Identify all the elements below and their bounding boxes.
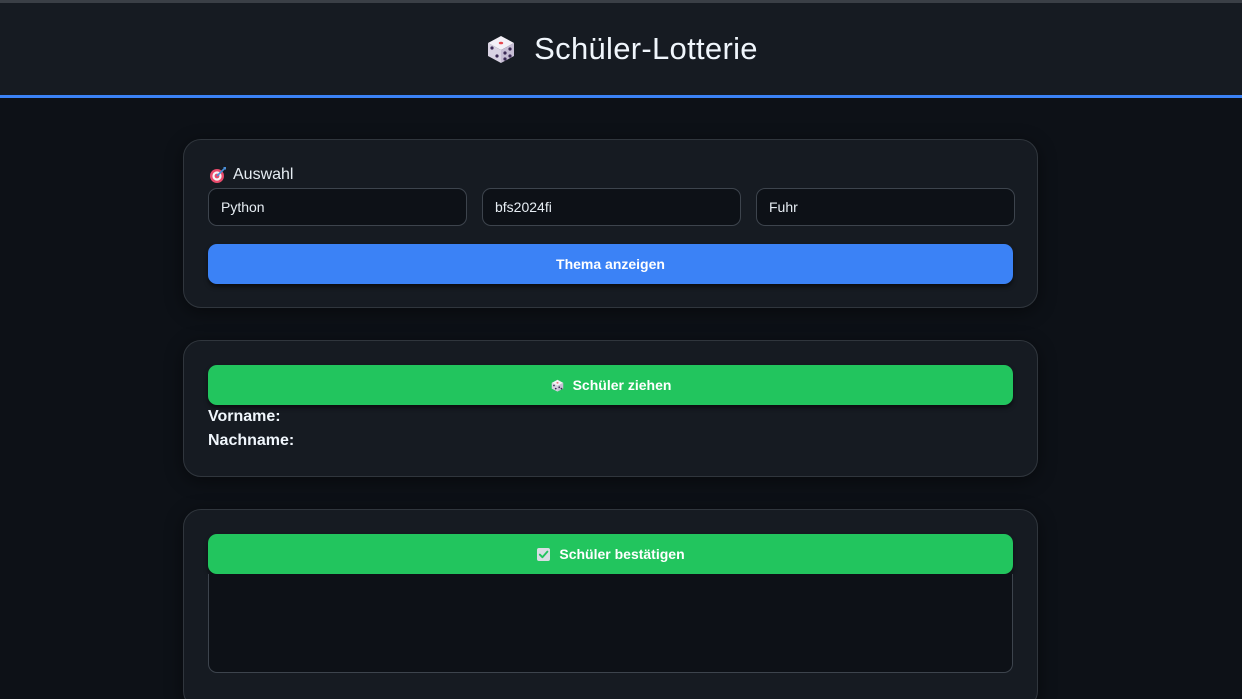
selection-card: Auswahl Python bfs2024fi Fuhr Thema anze… [183,139,1038,308]
show-topic-button-label: Thema anzeigen [556,256,665,272]
confirm-card: Schüler bestätigen [183,509,1038,699]
teacher-select[interactable]: Fuhr [756,188,1015,226]
draw-card: Schüler ziehen Vorname: Nachname: [183,340,1038,477]
app-header: Schüler-Lotterie [0,3,1242,98]
dice-icon [488,36,515,63]
check-box-icon [537,547,551,561]
page-title: Schüler-Lotterie [534,31,758,66]
show-topic-button[interactable]: Thema anzeigen [208,244,1013,284]
dice-icon [551,379,563,392]
firstname-label: Vorname: [208,408,281,425]
title-wrap: Schüler-Lotterie [484,31,758,67]
class-select[interactable]: bfs2024fi [482,188,741,226]
draw-student-button[interactable]: Schüler ziehen [208,365,1013,405]
selection-fields: Python bfs2024fi Fuhr [208,188,1015,226]
confirmation-output[interactable] [208,574,1013,673]
lastname-label: Nachname: [208,432,295,449]
target-icon [210,167,226,183]
selection-label: Auswahl [233,166,294,183]
subject-select[interactable]: Python [208,188,467,226]
selection-heading: Auswahl [209,166,293,184]
confirm-student-button[interactable]: Schüler bestätigen [208,534,1013,574]
confirm-student-button-label: Schüler bestätigen [559,546,685,562]
draw-student-button-label: Schüler ziehen [572,377,672,393]
